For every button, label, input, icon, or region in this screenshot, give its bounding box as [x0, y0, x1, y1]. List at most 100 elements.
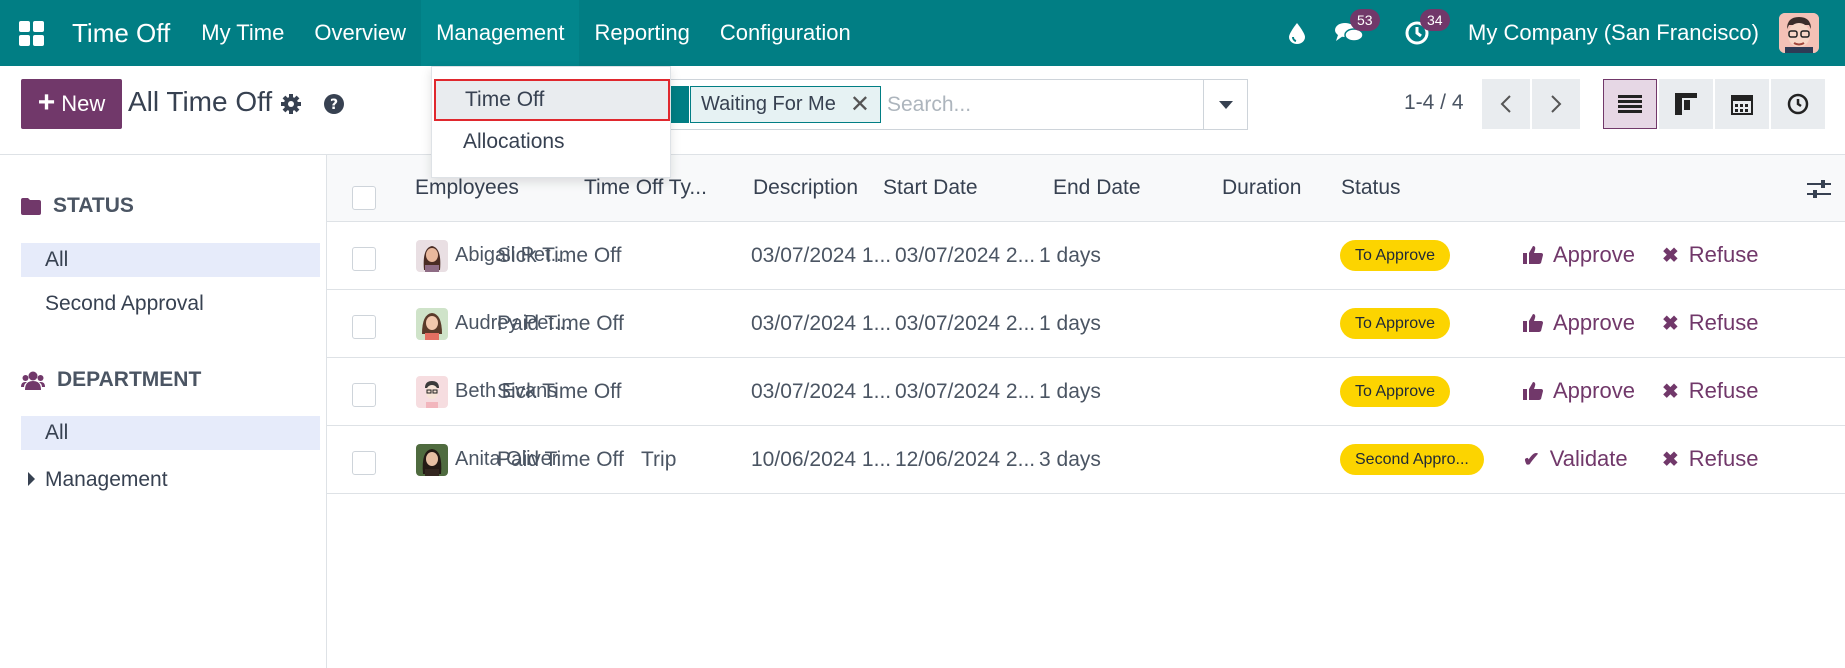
validate-button[interactable]: ✔ Validate: [1523, 446, 1628, 472]
thumbs-up-icon: [1523, 382, 1543, 400]
search-options-toggle[interactable]: [1203, 80, 1247, 129]
new-button-label: New: [61, 91, 106, 116]
employee-avatar: [416, 308, 448, 340]
help-button[interactable]: ?: [324, 94, 344, 119]
dropdown-item-allocations[interactable]: Allocations: [432, 121, 670, 163]
table-row[interactable]: Anita Oliver Paid Time Off Trip 10/06/20…: [327, 426, 1845, 494]
activities-button[interactable]: 34: [1390, 0, 1450, 66]
messages-button[interactable]: 53: [1320, 0, 1380, 66]
search-input[interactable]: [887, 88, 1197, 122]
droplet-icon: [1289, 23, 1306, 44]
status-badge: To Approve: [1340, 308, 1451, 339]
row-checkbox[interactable]: [352, 247, 376, 271]
time-off-type: Paid Time Off: [497, 448, 624, 471]
activities-count-badge: 34: [1420, 9, 1450, 31]
pager-next-button[interactable]: [1532, 79, 1580, 129]
chevron-left-icon: [1500, 95, 1511, 113]
status-filter-second-approval[interactable]: Second Approval: [21, 287, 320, 321]
kanban-view-button[interactable]: [1659, 79, 1713, 129]
column-employees[interactable]: Employees: [415, 176, 519, 200]
folder-icon: [21, 197, 41, 215]
start-date: 03/07/2024 1...: [751, 312, 892, 335]
user-avatar[interactable]: [1779, 13, 1819, 53]
status-badge: Second Appro...: [1340, 444, 1484, 475]
menu-management[interactable]: Management: [421, 0, 580, 66]
kanban-icon: [1675, 93, 1697, 115]
menu-overview[interactable]: Overview: [299, 0, 421, 66]
plus-icon: +: [37, 85, 56, 119]
management-dropdown: Time Off Allocations: [431, 66, 671, 178]
close-icon: ✖: [1662, 312, 1679, 335]
select-all-checkbox[interactable]: [352, 186, 376, 210]
actions-gear-button[interactable]: [280, 93, 302, 120]
department-heading-label: DEPARTMENT: [57, 368, 202, 391]
svg-text:?: ?: [330, 97, 338, 113]
approve-button[interactable]: Approve: [1523, 378, 1635, 404]
droplet-button[interactable]: [1274, 0, 1320, 66]
messages-count-badge: 53: [1350, 9, 1380, 31]
control-panel: + New All Time Off ? Waiting For Me ✕ 1-…: [0, 66, 1845, 155]
dropdown-item-time-off[interactable]: Time Off: [434, 79, 670, 121]
department-management-label: Management: [45, 468, 168, 491]
users-icon: [21, 371, 45, 390]
column-end-date[interactable]: End Date: [1053, 176, 1141, 200]
refuse-button[interactable]: ✖ Refuse: [1662, 242, 1758, 268]
column-start-date[interactable]: Start Date: [883, 176, 978, 200]
pager-value[interactable]: 1-4 / 4: [1404, 91, 1464, 115]
new-button[interactable]: + New: [21, 79, 122, 129]
status-badge: To Approve: [1340, 376, 1451, 407]
column-duration[interactable]: Duration: [1222, 176, 1301, 200]
approve-button[interactable]: Approve: [1523, 242, 1635, 268]
search-panel: STATUS All Second Approval DEPARTMENT Al…: [0, 155, 327, 668]
department-filter-management[interactable]: Management: [21, 463, 320, 497]
status-filter-all[interactable]: All: [21, 243, 320, 277]
refuse-label: Refuse: [1688, 378, 1759, 403]
row-checkbox[interactable]: [352, 315, 376, 339]
department-filter-all[interactable]: All: [21, 416, 320, 450]
caret-right-icon[interactable]: [28, 472, 35, 486]
department-section-heading: DEPARTMENT: [21, 368, 201, 392]
menu-my-time[interactable]: My Time: [186, 0, 299, 66]
row-checkbox[interactable]: [352, 383, 376, 407]
activity-view-button[interactable]: [1771, 79, 1825, 129]
table-row[interactable]: Abigail Pet... Sick Time Off 03/07/2024 …: [327, 222, 1845, 290]
employee-avatar: [416, 376, 448, 408]
row-checkbox[interactable]: [352, 451, 376, 475]
apps-menu-button[interactable]: [0, 0, 62, 66]
close-icon: ✖: [1662, 380, 1679, 403]
description: Trip: [641, 448, 677, 471]
column-status[interactable]: Status: [1341, 176, 1401, 200]
menu-reporting[interactable]: Reporting: [579, 0, 704, 66]
list-view-button[interactable]: [1603, 79, 1657, 129]
remove-facet-icon[interactable]: ✕: [850, 90, 870, 119]
duration: 1 days: [1039, 244, 1101, 267]
status-heading-label: STATUS: [53, 194, 134, 217]
approve-button[interactable]: Approve: [1523, 310, 1635, 336]
refuse-button[interactable]: ✖ Refuse: [1662, 446, 1758, 472]
chevron-right-icon: [1551, 95, 1562, 113]
employee-avatar: [416, 444, 448, 476]
sliders-icon: [1807, 180, 1831, 198]
check-icon: ✔: [1523, 448, 1540, 471]
user-avatar-icon: [1779, 13, 1819, 53]
caret-down-icon: [1218, 100, 1233, 109]
end-date: 03/07/2024 2...: [895, 312, 1036, 335]
optional-columns-toggle[interactable]: [1807, 179, 1831, 205]
table-row[interactable]: Audrey Pet... Paid Time Off 03/07/2024 1…: [327, 290, 1845, 358]
company-switcher[interactable]: My Company (San Francisco): [1444, 20, 1779, 46]
page-title: All Time Off: [128, 86, 273, 117]
start-date: 03/07/2024 1...: [751, 380, 892, 403]
approve-label: Approve: [1553, 242, 1635, 267]
employee-avatar: [416, 240, 448, 272]
refuse-button[interactable]: ✖ Refuse: [1662, 378, 1758, 404]
time-off-type: Sick Time Off: [497, 244, 622, 267]
refuse-button[interactable]: ✖ Refuse: [1662, 310, 1758, 336]
column-description[interactable]: Description: [753, 176, 858, 200]
menu-configuration[interactable]: Configuration: [705, 0, 866, 66]
refuse-label: Refuse: [1688, 242, 1759, 267]
calendar-view-button[interactable]: [1715, 79, 1769, 129]
table-row[interactable]: Beth Evans Sick Time Off 03/07/2024 1...…: [327, 358, 1845, 426]
pager-previous-button[interactable]: [1482, 79, 1530, 129]
column-time-off-type[interactable]: Time Off Ty...: [584, 176, 707, 200]
app-name[interactable]: Time Off: [62, 18, 186, 49]
